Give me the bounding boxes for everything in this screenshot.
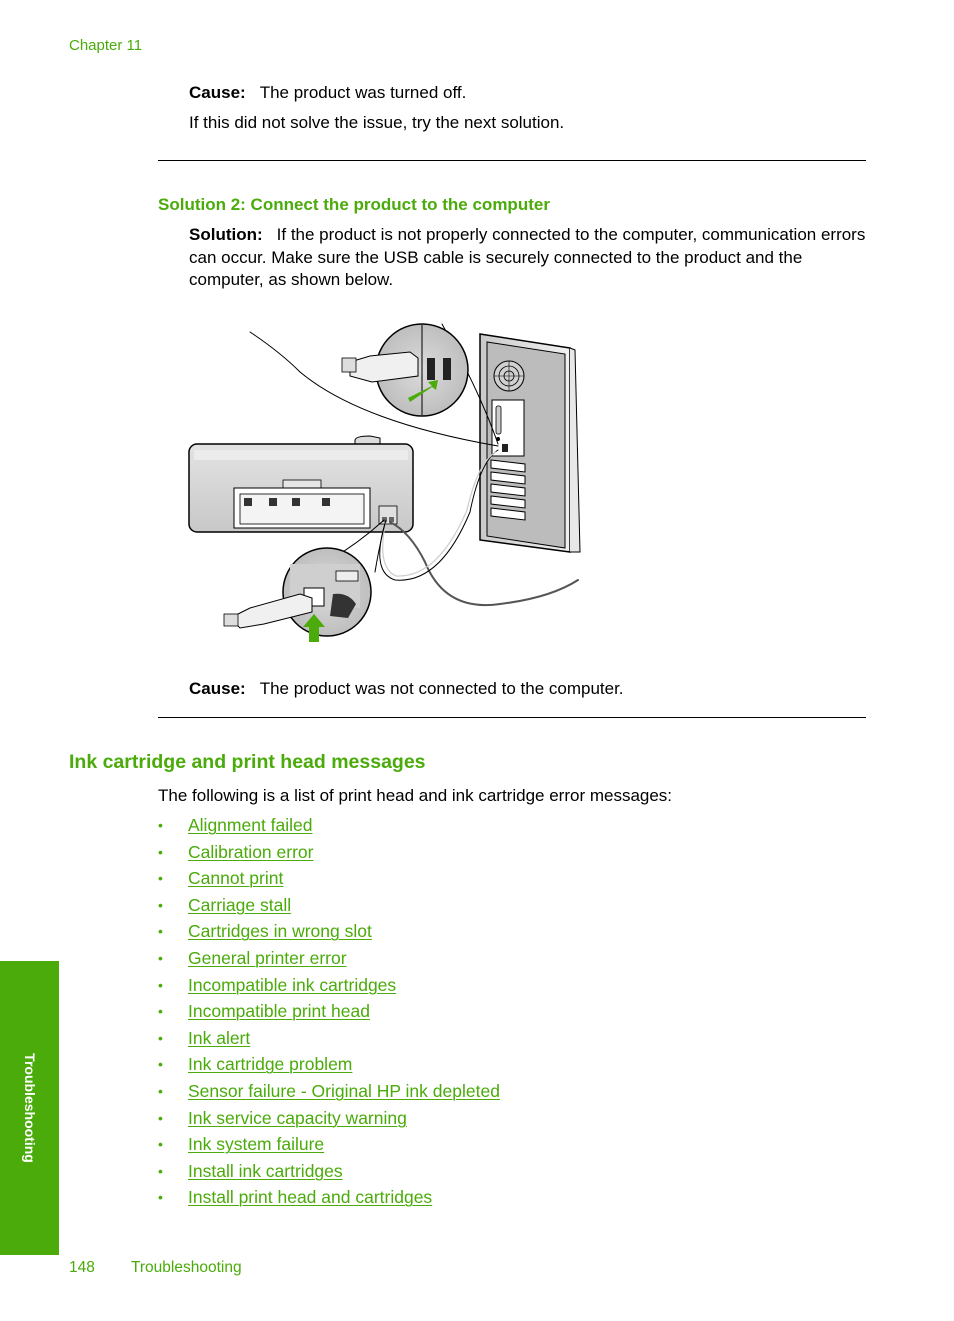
list-item: • Ink cartridge problem: [158, 1053, 500, 1080]
list-item: • Incompatible print head: [158, 1000, 500, 1027]
list-item: • Calibration error: [158, 841, 500, 868]
list-item: • Ink system failure: [158, 1133, 500, 1160]
link-sensor-failure[interactable]: Sensor failure - Original HP ink deplete…: [188, 1080, 500, 1102]
section-intro: The following is a list of print head an…: [158, 786, 673, 805]
link-incompatible-ink-cartridges[interactable]: Incompatible ink cartridges: [188, 974, 396, 996]
link-ink-cartridge-problem[interactable]: Ink cartridge problem: [188, 1053, 352, 1075]
link-calibration-error[interactable]: Calibration error: [188, 841, 313, 863]
divider: [158, 717, 866, 718]
cause-label: Cause:: [189, 679, 246, 698]
bullet: •: [158, 870, 163, 887]
bullet: •: [158, 1136, 163, 1153]
link-ink-service-capacity-warning[interactable]: Ink service capacity warning: [188, 1107, 407, 1129]
list-item: • Ink service capacity warning: [158, 1107, 500, 1134]
printer-icon: [188, 435, 414, 533]
usb-connection-illustration: [180, 312, 600, 652]
computer-usb-port-callout: [341, 323, 469, 417]
bullet: •: [158, 1189, 163, 1206]
link-carriage-stall[interactable]: Carriage stall: [188, 894, 291, 916]
next-solution-text: If this did not solve the issue, try the…: [189, 113, 565, 132]
link-install-ink-cartridges[interactable]: Install ink cartridges: [188, 1160, 343, 1182]
bullet: •: [158, 1109, 163, 1126]
bullet: •: [158, 1056, 163, 1073]
link-install-print-head-and-cartridges[interactable]: Install print head and cartridges: [188, 1186, 432, 1208]
bullet: •: [158, 1162, 163, 1179]
solution-paragraph: Solution: If the product is not properly …: [189, 224, 869, 292]
bullet: •: [158, 1029, 163, 1046]
chapter-header: Chapter 11: [69, 37, 143, 54]
link-alignment-failed[interactable]: Alignment failed: [188, 814, 313, 836]
bullet: •: [158, 896, 163, 913]
side-tab-label: Troubleshooting: [21, 1053, 38, 1163]
computer-tower-icon: [479, 333, 581, 553]
cause-label: Cause:: [189, 83, 246, 102]
solution-text: If the product is not properly connected…: [189, 225, 866, 289]
error-message-list: • Alignment failed • Calibration error • Ca…: [158, 814, 500, 1213]
list-item: • Install print head and cartridges: [158, 1186, 500, 1213]
section-side-tab: Troubleshooting: [0, 961, 59, 1255]
list-item: • Sensor failure - Original HP ink deplet…: [158, 1080, 500, 1107]
link-incompatible-print-head[interactable]: Incompatible print head: [188, 1000, 370, 1022]
solution-label: Solution:: [189, 225, 263, 244]
cause-2: Cause: The product was not connected to t…: [189, 678, 624, 701]
footer-title: Troubleshooting: [131, 1259, 242, 1276]
page-number: 148: [69, 1259, 95, 1276]
list-item: • Alignment failed: [158, 814, 500, 841]
link-cannot-print[interactable]: Cannot print: [188, 867, 283, 889]
divider: [158, 160, 866, 161]
link-ink-system-failure[interactable]: Ink system failure: [188, 1133, 324, 1155]
solution-heading: Solution 2: Connect the product to the c…: [158, 195, 550, 214]
bullet: •: [158, 843, 163, 860]
link-general-printer-error[interactable]: General printer error: [188, 947, 347, 969]
bullet: •: [158, 1082, 163, 1099]
bullet: •: [158, 976, 163, 993]
printer-usb-port-callout: [223, 547, 372, 642]
cause-text: The product was turned off.: [259, 83, 467, 102]
list-item: • Ink alert: [158, 1027, 500, 1054]
link-ink-alert[interactable]: Ink alert: [188, 1027, 250, 1049]
bullet: •: [158, 1003, 163, 1020]
bullet: •: [158, 923, 163, 940]
list-item: • Cartridges in wrong slot: [158, 920, 500, 947]
list-item: • Cannot print: [158, 867, 500, 894]
section-heading: Ink cartridge and print head messages: [69, 751, 426, 773]
cause-text: The product was not connected to the com…: [259, 679, 624, 698]
bullet: •: [158, 949, 163, 966]
link-cartridges-wrong-slot[interactable]: Cartridges in wrong slot: [188, 920, 372, 942]
cause-1: Cause: The product was turned off.: [189, 82, 466, 105]
list-item: • Incompatible ink cartridges: [158, 974, 500, 1001]
list-item: • Install ink cartridges: [158, 1160, 500, 1187]
list-item: • Carriage stall: [158, 894, 500, 921]
list-item: • General printer error: [158, 947, 500, 974]
bullet: •: [158, 817, 163, 833]
